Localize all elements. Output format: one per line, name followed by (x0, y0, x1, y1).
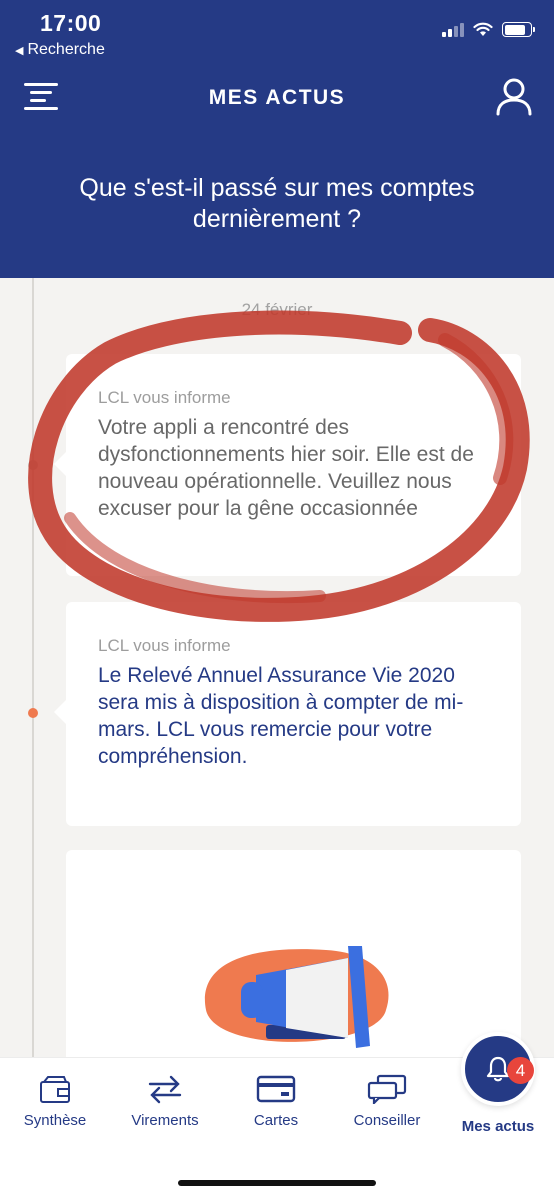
cellular-signal-icon (442, 22, 464, 37)
timeline-line (32, 278, 34, 1058)
page-title: MES ACTUS (208, 86, 346, 109)
tab-label: Synthèse (23, 1112, 87, 1129)
card-message: Le Relevé Annuel Assurance Vie 2020 sera… (98, 664, 464, 768)
tab-conseiller[interactable]: Conseiller (337, 1074, 437, 1129)
profile-icon[interactable] (496, 78, 532, 116)
battery-icon (502, 22, 535, 37)
card-icon (256, 1075, 296, 1103)
wallet-icon (40, 1076, 70, 1103)
home-indicator[interactable] (178, 1180, 376, 1186)
news-card[interactable]: LCL vous informe Le Relevé Annuel Assura… (54, 602, 521, 826)
tab-label: Virements (131, 1112, 199, 1129)
card-message: Votre appli a rencontré des dysfonctionn… (98, 416, 474, 520)
news-card[interactable]: LCL vous informe Votre appli a rencontré… (54, 354, 521, 576)
tab-virements[interactable]: Virements (115, 1074, 215, 1129)
tab-synthese[interactable]: Synthèse (5, 1074, 105, 1129)
wifi-icon (473, 22, 493, 36)
card-source: LCL vous informe (98, 388, 231, 407)
app-header: 17:00 ◀ Recherche MES ACTUS Que s'est-il… (0, 0, 554, 278)
back-to-search-link[interactable]: ◀ Recherche (15, 41, 105, 59)
mes-actus-bell-button[interactable]: 4 (461, 1032, 535, 1106)
tab-mes-actus[interactable]: Mes actus (448, 1118, 548, 1135)
notification-count-badge: 4 (507, 1057, 534, 1084)
tab-label: Cartes (253, 1112, 299, 1129)
tab-cartes[interactable]: Cartes (226, 1074, 326, 1129)
feed-date: 24 février (241, 300, 313, 319)
megaphone-illustration (204, 946, 389, 1048)
news-card[interactable] (66, 850, 521, 1058)
tab-label: Mes actus (461, 1118, 535, 1135)
status-time: 17:00 (40, 10, 102, 36)
timeline-dot-unread (28, 708, 38, 718)
transfer-arrows-icon (148, 1075, 182, 1104)
timeline-dot-read (28, 460, 38, 470)
status-icons (442, 22, 535, 37)
tab-label: Conseiller (353, 1112, 421, 1129)
back-label: Recherche (27, 41, 105, 58)
chat-bubbles-icon (367, 1074, 407, 1104)
news-feed[interactable]: 24 février LCL vous informe Votre appli … (0, 278, 554, 1058)
header-headline: Que s'est-il passé sur mes comptes derni… (79, 174, 475, 233)
card-source: LCL vous informe (98, 636, 231, 655)
back-arrow-icon: ◀ (15, 44, 24, 57)
